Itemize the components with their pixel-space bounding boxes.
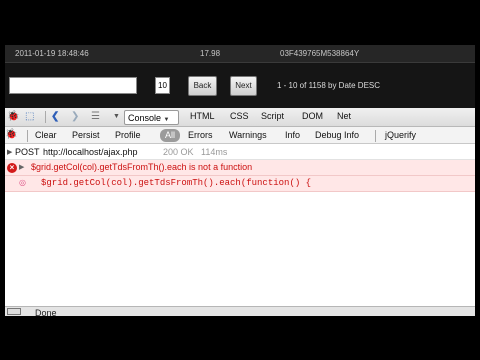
- request-status: 200 OK: [163, 147, 194, 157]
- firebug-toolbar: 🐞 ⬚ ❮ ❯ ☰ ▼ Console ▼ HTML CSS Script DO…: [5, 108, 475, 127]
- pager-toolbar: 10 Back Next 1 - 10 of 1158 by Date DESC: [5, 64, 475, 108]
- tab-console[interactable]: Console ▼: [124, 110, 179, 125]
- row-transaction-id: 03F439765M538864Y: [280, 49, 360, 58]
- status-bar: Done: [5, 306, 475, 316]
- pager-info: 1 - 10 of 1158 by Date DESC: [277, 81, 381, 90]
- menu-lines-icon[interactable]: ☰: [91, 111, 100, 123]
- browser-frame: 2011-01-19 18:48:46 17.98 03F439765M5388…: [5, 45, 475, 316]
- console-source-row[interactable]: ◎ $grid.getCol(col).getTdsFromTh().each(…: [5, 176, 475, 192]
- error-message[interactable]: $grid.getCol(col).getTdsFromTh().each is…: [31, 162, 252, 172]
- status-icon: [7, 308, 21, 315]
- breakpoint-icon[interactable]: ◎: [19, 178, 26, 187]
- inspect-icon[interactable]: ⬚: [25, 111, 34, 123]
- filter-debug-info[interactable]: Debug Info: [315, 130, 359, 140]
- console-toolbar: 🐞 Clear Persist Profile All Errors Warni…: [5, 127, 475, 144]
- filter-errors[interactable]: Errors: [188, 130, 213, 140]
- console-error-row[interactable]: × ▶ $grid.getCol(col).getTdsFromTh().eac…: [5, 160, 475, 176]
- forward-arrow-icon[interactable]: ❯: [71, 111, 79, 123]
- back-arrow-icon[interactable]: ❮: [51, 111, 59, 123]
- request-method: POST: [15, 147, 40, 157]
- filter-all[interactable]: All: [160, 129, 180, 142]
- tab-console-label: Console: [128, 113, 162, 123]
- persist-button[interactable]: Persist: [72, 130, 100, 140]
- divider: [27, 130, 28, 142]
- clear-button[interactable]: Clear: [35, 130, 57, 140]
- chevron-down-icon[interactable]: ▼: [113, 111, 120, 123]
- tab-dom[interactable]: DOM: [302, 111, 323, 121]
- table-row[interactable]: 2011-01-19 18:48:46 17.98 03F439765M5388…: [5, 45, 475, 63]
- expand-arrow-icon[interactable]: ▶: [7, 148, 12, 156]
- tab-html[interactable]: HTML: [190, 111, 215, 121]
- filter-warnings[interactable]: Warnings: [229, 130, 267, 140]
- console-options-icon[interactable]: 🐞: [5, 129, 17, 140]
- request-url[interactable]: http://localhost/ajax.php: [43, 147, 138, 157]
- tab-script[interactable]: Script: [261, 111, 284, 121]
- error-source-line[interactable]: $grid.getCol(col).getTdsFromTh().each(fu…: [41, 178, 311, 188]
- error-icon: ×: [7, 163, 17, 173]
- web-app-area: 2011-01-19 18:48:46 17.98 03F439765M5388…: [5, 45, 475, 108]
- firebug-bug-icon[interactable]: 🐞: [7, 111, 19, 123]
- search-input[interactable]: [9, 77, 137, 94]
- filter-info[interactable]: Info: [285, 130, 300, 140]
- row-date: 2011-01-19 18:48:46: [15, 49, 89, 58]
- back-button[interactable]: Back: [188, 76, 217, 96]
- profile-button[interactable]: Profile: [115, 130, 141, 140]
- status-text: Done: [35, 308, 57, 316]
- next-button[interactable]: Next: [230, 76, 257, 96]
- console-request-row[interactable]: ▶ POST http://localhost/ajax.php 200 OK …: [5, 145, 475, 160]
- request-time: 114ms: [201, 147, 228, 157]
- tab-css[interactable]: CSS: [230, 111, 249, 121]
- divider: [375, 130, 376, 142]
- row-amount: 17.98: [200, 49, 221, 58]
- jquerify-button[interactable]: jQuerify: [385, 130, 416, 140]
- divider: [45, 111, 46, 123]
- tab-net[interactable]: Net: [337, 111, 351, 121]
- expand-arrow-icon[interactable]: ▶: [19, 163, 24, 171]
- chevron-down-icon: ▼: [163, 117, 170, 123]
- page-size-input[interactable]: 10: [155, 77, 170, 94]
